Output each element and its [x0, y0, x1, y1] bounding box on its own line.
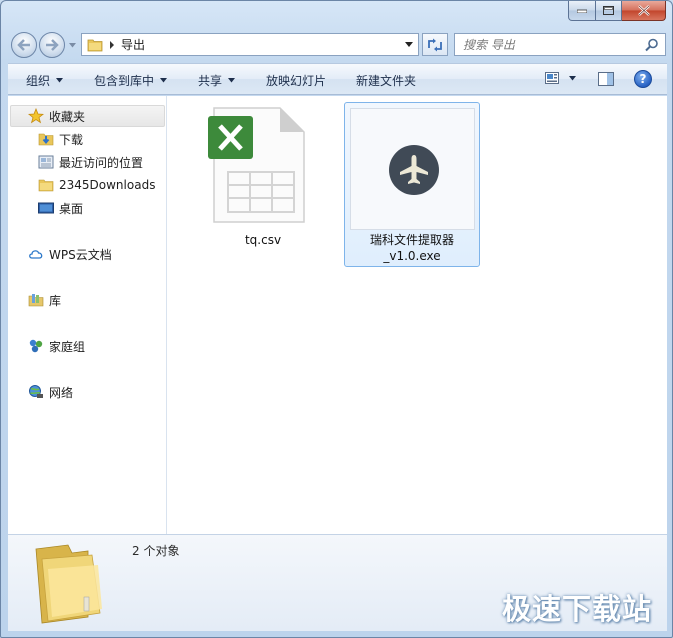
- arrow-right-icon: [46, 39, 59, 51]
- excel-file-icon: [208, 107, 305, 223]
- arrow-left-icon: [17, 39, 30, 51]
- organize-button[interactable]: 组织: [26, 71, 64, 89]
- network-label: 网络: [49, 385, 74, 400]
- favorites-label: 收藏夹: [49, 109, 86, 124]
- address-bar[interactable]: 导出: [81, 33, 419, 56]
- include-in-library-button[interactable]: 包含到库中: [94, 71, 168, 89]
- file-name-line1: 瑞科文件提取器: [369, 233, 454, 247]
- folder-icon: [35, 544, 102, 624]
- wps-cloud-label: WPS云文档: [49, 247, 112, 262]
- watermark-text: 极速下载站: [501, 592, 652, 626]
- chevron-down-icon: [68, 42, 76, 47]
- chevron-down-icon: [160, 77, 168, 82]
- chevron-down-icon: [228, 77, 236, 82]
- command-bar: 组织 包含到库中 共享 放映幻灯片 新建文件夹 ?: [8, 63, 667, 95]
- refresh-button[interactable]: [422, 33, 448, 56]
- sidebar-item-downloads[interactable]: 下载: [38, 129, 83, 149]
- cloud-icon: [29, 250, 43, 259]
- chevron-down-icon: [56, 77, 64, 82]
- maximize-button[interactable]: [596, 1, 622, 21]
- recent-pages-button[interactable]: [67, 39, 77, 51]
- file-item-selected[interactable]: 瑞科文件提取器 _v1.0.exe: [344, 102, 480, 267]
- folder-icon: [38, 179, 54, 192]
- caption-buttons: [568, 1, 666, 23]
- new-folder-button[interactable]: 新建文件夹: [356, 71, 416, 89]
- item-count: 2 个对象: [132, 544, 180, 558]
- close-icon: [637, 5, 650, 16]
- slideshow-button[interactable]: 放映幻灯片: [266, 71, 326, 89]
- forward-button[interactable]: [39, 32, 65, 58]
- explorer-window: 导出 组织 包含到库中 共享 放映幻灯片 新建: [0, 0, 673, 638]
- close-button[interactable]: [622, 1, 666, 21]
- slideshow-label: 放映幻灯片: [266, 73, 327, 88]
- downloads-label: 下载: [59, 132, 84, 147]
- organize-label: 组织: [26, 73, 51, 88]
- sidebar-item-recent-places[interactable]: 最近访问的位置: [38, 152, 143, 172]
- share-label: 共享: [198, 73, 223, 88]
- back-button[interactable]: [11, 32, 37, 58]
- chevron-down-icon[interactable]: [569, 76, 576, 81]
- help-icon[interactable]: ?: [634, 70, 652, 88]
- homegroup-label: 家庭组: [49, 339, 86, 354]
- network-icon: [29, 385, 43, 398]
- downloads-folder-icon: [38, 133, 54, 146]
- search-input[interactable]: [463, 37, 641, 52]
- navigation-pane: 收藏夹 下载 最近访问的位置 2345Downloads 桌面 WPS云文档 库…: [8, 96, 167, 534]
- sidebar-item-homegroup[interactable]: 家庭组: [28, 336, 85, 356]
- breadcrumb-separator-icon[interactable]: [109, 40, 115, 50]
- minimize-button[interactable]: [568, 1, 596, 21]
- include-in-library-label: 包含到库中: [94, 73, 155, 88]
- chevron-down-icon: [405, 42, 413, 47]
- new-folder-label: 新建文件夹: [356, 73, 417, 88]
- file-item[interactable]: tq.csv: [193, 104, 333, 264]
- desktop-icon: [38, 202, 54, 214]
- homegroup-icon: [29, 339, 43, 353]
- sidebar-item-wps-cloud[interactable]: WPS云文档: [28, 244, 112, 264]
- 2345downloads-label: 2345Downloads: [59, 178, 156, 192]
- maximize-icon: [603, 6, 614, 15]
- navigation-bar: 导出: [9, 29, 666, 61]
- folder-icon: [87, 39, 103, 51]
- sidebar-item-favorites[interactable]: 收藏夹: [28, 106, 85, 126]
- address-path[interactable]: 导出: [121, 36, 145, 53]
- recent-places-label: 最近访问的位置: [59, 155, 144, 170]
- sidebar-item-desktop[interactable]: 桌面: [38, 198, 83, 218]
- airplane-icon: [389, 145, 439, 195]
- share-button[interactable]: 共享: [198, 71, 236, 89]
- search-box[interactable]: [454, 33, 666, 56]
- exe-thumbnail: [350, 108, 475, 230]
- refresh-icon: [428, 38, 442, 51]
- file-name-line2: _v1.0.exe: [383, 249, 441, 263]
- star-icon: [28, 108, 44, 124]
- file-name: tq.csv: [244, 233, 282, 247]
- desktop-label: 桌面: [59, 201, 84, 216]
- search-icon[interactable]: [645, 38, 659, 52]
- sidebar-item-network[interactable]: 网络: [28, 382, 73, 402]
- library-label: 库: [49, 293, 62, 308]
- main-content: 收藏夹 下载 最近访问的位置 2345Downloads 桌面 WPS云文档 库…: [8, 96, 667, 534]
- minimize-icon: [577, 9, 587, 13]
- recent-places-icon: [38, 155, 54, 169]
- view-options-icon[interactable]: [545, 72, 559, 84]
- sidebar-item-2345downloads[interactable]: 2345Downloads: [38, 175, 155, 195]
- preview-pane-icon[interactable]: [598, 71, 614, 87]
- sidebar-item-library[interactable]: 库: [28, 290, 61, 310]
- file-list: tq.csv 瑞科文件提取器 _v1.0.exe: [168, 96, 667, 534]
- address-dropdown-button[interactable]: [400, 34, 418, 55]
- library-icon: [28, 294, 44, 307]
